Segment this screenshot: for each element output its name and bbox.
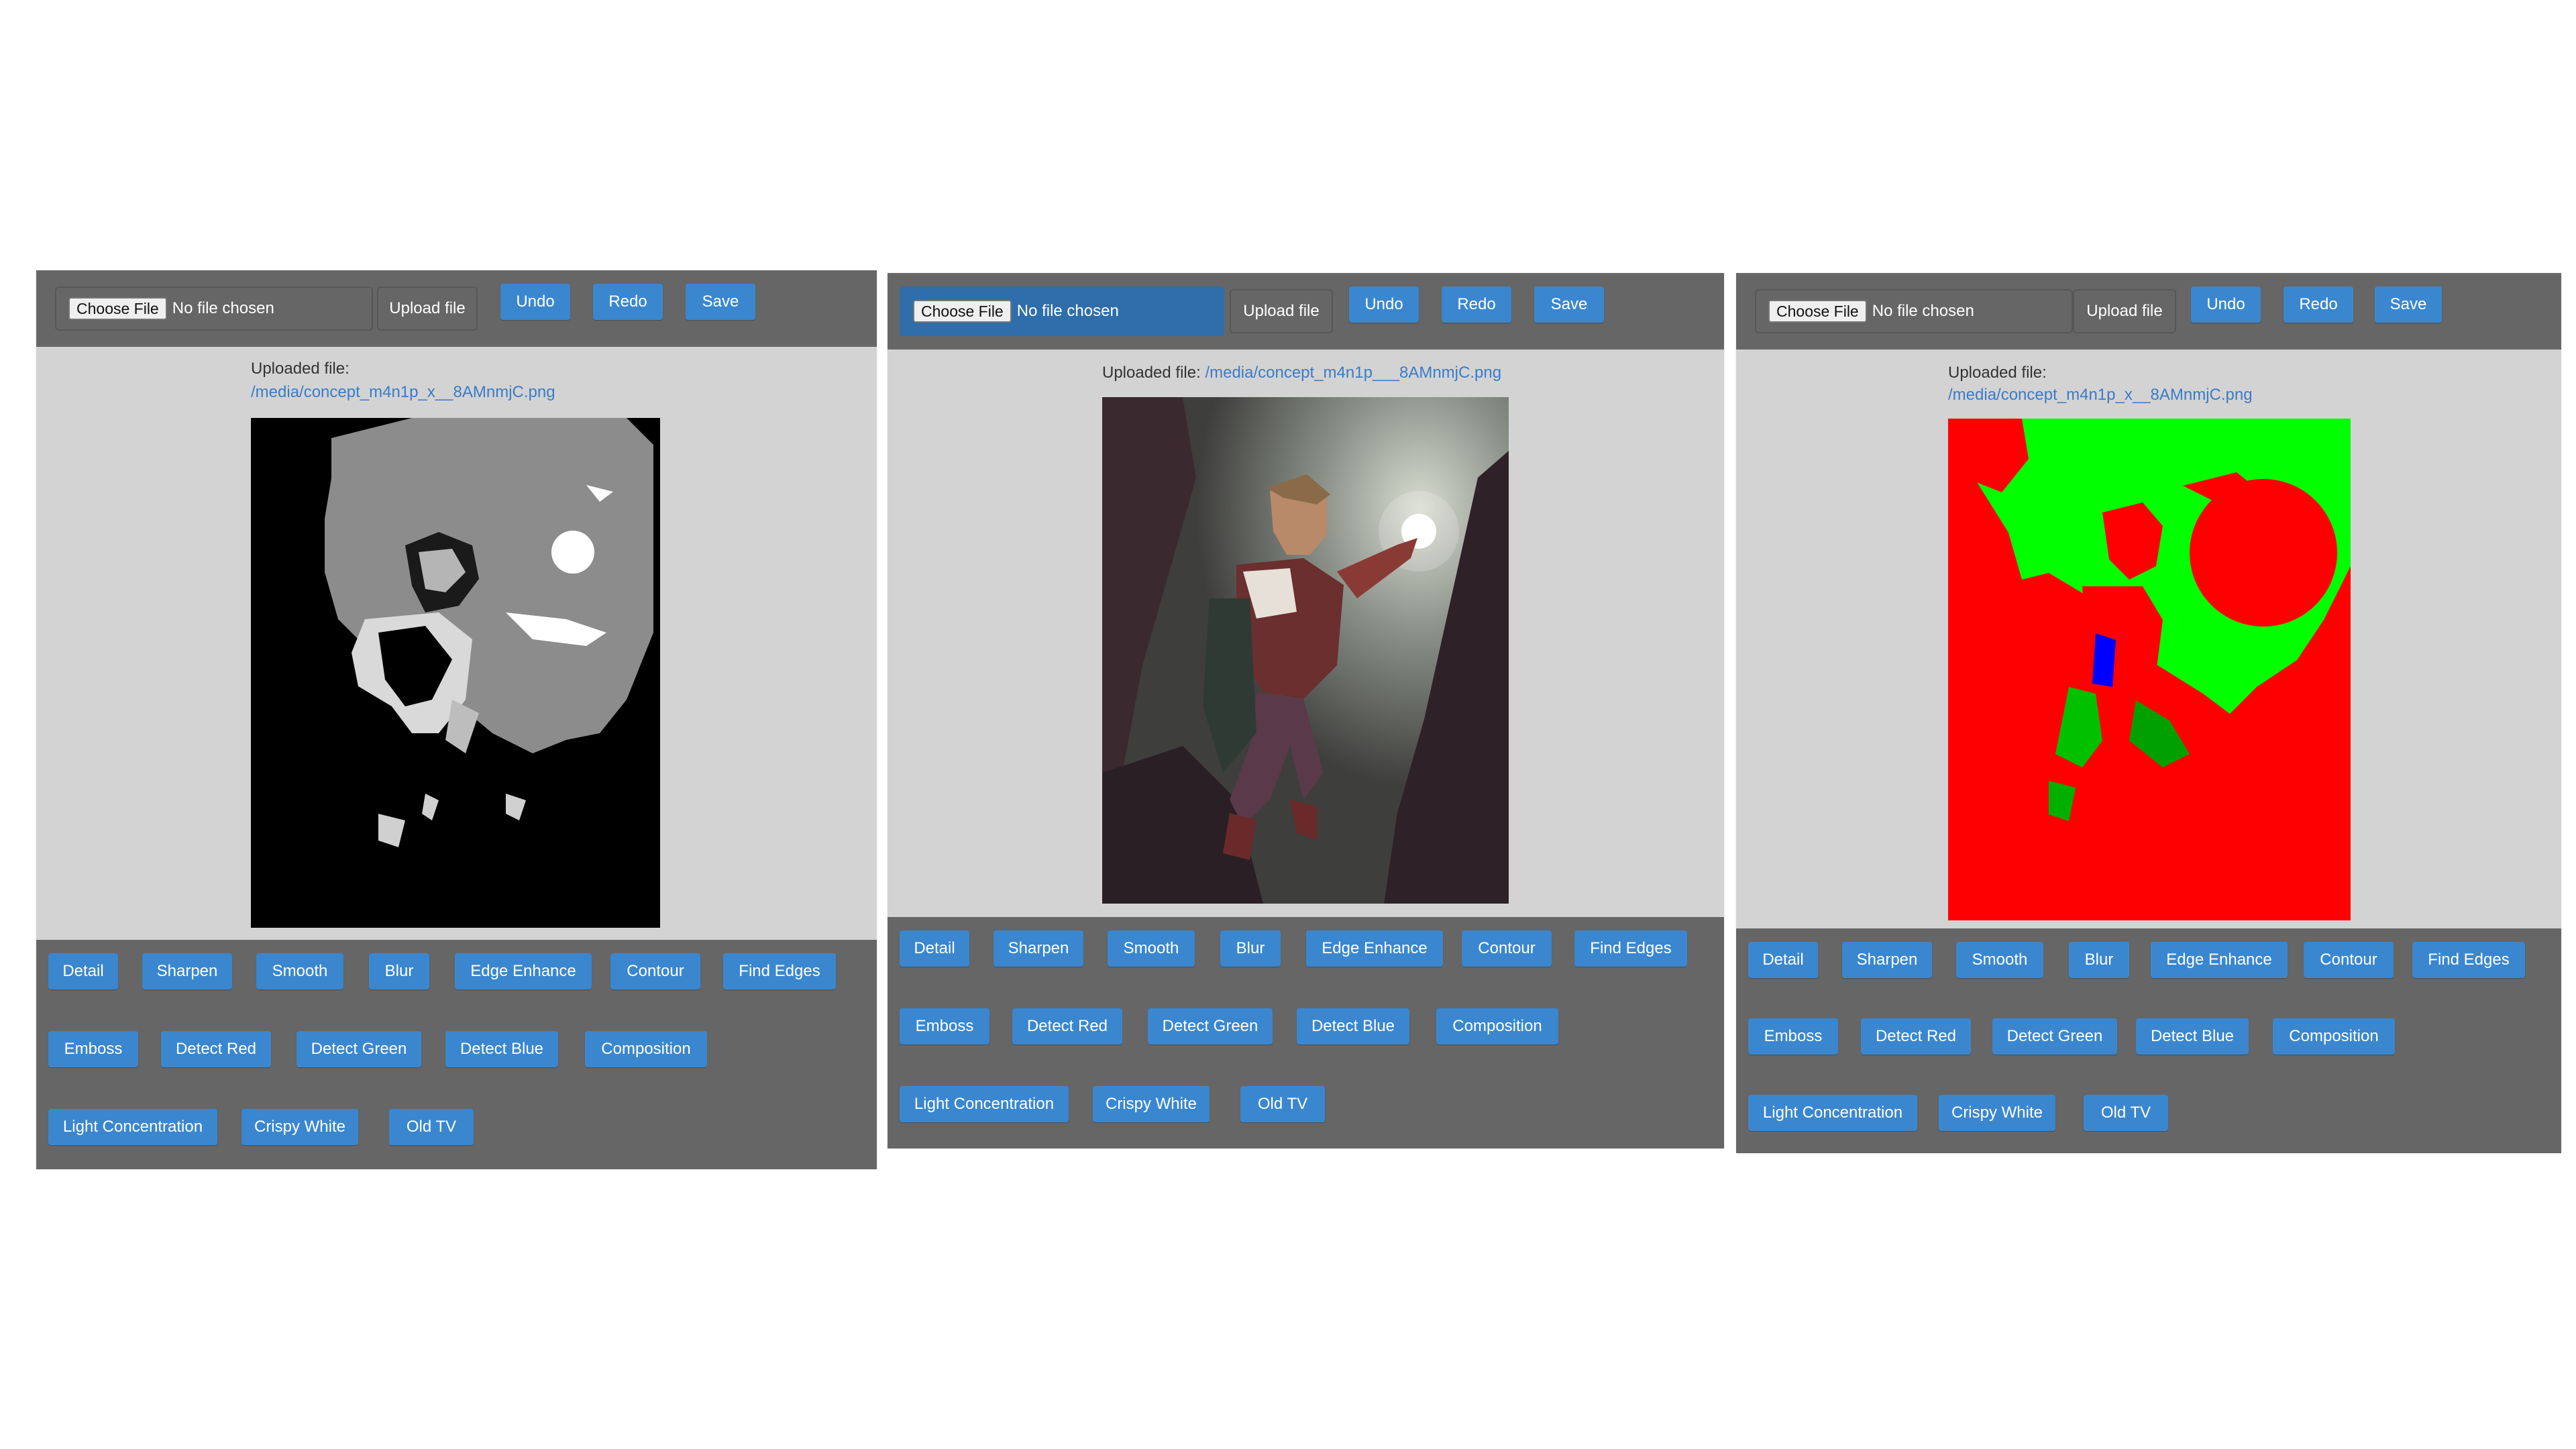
edge-enhance-button[interactable]: Edge Enhance [455,953,592,989]
composition-button[interactable]: Composition [585,1031,707,1067]
composition-button[interactable]: Composition [2273,1018,2395,1055]
uploaded-file-link[interactable]: /media/concept_m4n1p_x__8AMnmjC.png [1948,386,2253,405]
grayscale-image-art [251,418,660,928]
crispy-white-button[interactable]: Crispy White [1093,1086,1210,1122]
contour-button[interactable]: Contour [1462,930,1552,967]
old-tv-button[interactable]: Old TV [1240,1086,1325,1122]
undo-button[interactable]: Undo [1349,286,1419,323]
no-file-chosen-text: No file chosen [172,299,274,317]
light-concentration-button[interactable]: Light Concentration [900,1086,1069,1122]
emboss-button[interactable]: Emboss [48,1031,138,1067]
detect-green-button[interactable]: Detect Green [1148,1008,1273,1044]
undo-button[interactable]: Undo [500,284,570,320]
light-concentration-button[interactable]: Light Concentration [1748,1095,1917,1131]
detect-green-button[interactable]: Detect Green [1992,1018,2117,1055]
crispy-white-button[interactable]: Crispy White [241,1109,358,1145]
crispy-white-button[interactable]: Crispy White [1939,1095,2055,1131]
editor-panel-1: Choose File No file chosen Upload file U… [36,270,877,1169]
save-button[interactable]: Save [2375,286,2442,323]
contour-button[interactable]: Contour [2304,942,2394,978]
detect-red-button[interactable]: Detect Red [161,1031,271,1067]
redo-button[interactable]: Redo [593,284,663,320]
detail-button[interactable]: Detail [900,930,969,967]
find-edges-button[interactable]: Find Edges [723,953,836,989]
filtered-image-grayscale [251,418,660,928]
redo-button[interactable]: Redo [2284,286,2353,323]
smooth-button[interactable]: Smooth [1108,930,1195,967]
old-tv-button[interactable]: Old TV [389,1109,474,1145]
emboss-button[interactable]: Emboss [1748,1018,1838,1055]
edge-enhance-button[interactable]: Edge Enhance [2151,942,2288,978]
contour-button[interactable]: Contour [610,953,700,989]
detect-red-button[interactable]: Detect Red [1012,1008,1122,1044]
uploaded-file-label: Uploaded file: [1948,364,2047,382]
upload-file-button[interactable]: Upload file [1230,289,1333,333]
emboss-button[interactable]: Emboss [900,1008,989,1044]
uploaded-file-label: Uploaded file: [251,360,350,378]
uploaded-file-link[interactable]: /media/concept_m4n1p___8AMnmjC.png [1205,364,1501,382]
composition-button[interactable]: Composition [1436,1008,1558,1044]
detail-button[interactable]: Detail [1748,942,1818,978]
sharpen-button[interactable]: Sharpen [142,953,232,989]
redo-button[interactable]: Redo [1442,286,1511,323]
light-concentration-button[interactable]: Light Concentration [48,1109,217,1145]
find-edges-button[interactable]: Find Edges [1574,930,1687,967]
toolbar: Choose File No file chosen Upload file U… [36,270,877,347]
detect-green-button[interactable]: Detect Green [297,1031,421,1067]
find-edges-button[interactable]: Find Edges [2412,942,2525,978]
editor-panel-2: Choose File No file chosen Upload file U… [888,273,1724,1148]
filter-bar: Detail Sharpen Smooth Blur Edge Enhance … [36,940,877,1169]
upload-file-button[interactable]: Upload file [2073,289,2176,333]
color-channel-image-art [1948,419,2351,920]
filter-bar: Detail Sharpen Smooth Blur Edge Enhance … [1736,928,2561,1153]
sharpen-button[interactable]: Sharpen [1842,942,1932,978]
choose-file-button[interactable]: Choose File [1768,300,1867,323]
filtered-image-color-channel [1948,419,2351,920]
uploaded-file-link[interactable]: /media/concept_m4n1p_x__8AMnmjC.png [251,383,555,402]
uploaded-file-label: Uploaded file: [1102,364,1201,382]
original-image-art [1102,397,1509,904]
detail-button[interactable]: Detail [48,953,118,989]
old-tv-button[interactable]: Old TV [2084,1095,2168,1131]
upload-file-button[interactable]: Upload file [377,286,478,331]
smooth-button[interactable]: Smooth [256,953,343,989]
file-input[interactable]: Choose File No file chosen [900,286,1224,336]
detect-blue-button[interactable]: Detect Blue [445,1031,558,1067]
save-button[interactable]: Save [686,284,755,320]
original-image [1102,397,1509,904]
blur-button[interactable]: Blur [1220,930,1281,967]
editor-panel-3: Choose File No file chosen Upload file U… [1736,273,2561,1153]
no-file-chosen-text: No file chosen [1872,302,1974,320]
choose-file-button[interactable]: Choose File [913,300,1012,323]
edge-enhance-button[interactable]: Edge Enhance [1306,930,1443,967]
no-file-chosen-text: No file chosen [1016,302,1119,320]
file-input[interactable]: Choose File No file chosen [55,286,373,331]
filter-bar: Detail Sharpen Smooth Blur Edge Enhance … [888,917,1724,1148]
choose-file-button[interactable]: Choose File [68,297,167,320]
detect-blue-button[interactable]: Detect Blue [1297,1008,1409,1044]
toolbar: Choose File No file chosen Upload file U… [888,273,1724,350]
sharpen-button[interactable]: Sharpen [994,930,1083,967]
toolbar: Choose File No file chosen Upload file U… [1736,273,2561,350]
uploaded-file-row: Uploaded file: /media/concept_m4n1p___8A… [1102,364,1501,382]
smooth-button[interactable]: Smooth [1956,942,2043,978]
blur-button[interactable]: Blur [369,953,429,989]
detect-blue-button[interactable]: Detect Blue [2136,1018,2249,1055]
save-button[interactable]: Save [1534,286,1604,323]
file-input[interactable]: Choose File No file chosen [1755,289,2073,333]
undo-button[interactable]: Undo [2191,286,2261,323]
blur-button[interactable]: Blur [2069,942,2129,978]
detect-red-button[interactable]: Detect Red [1861,1018,1971,1055]
